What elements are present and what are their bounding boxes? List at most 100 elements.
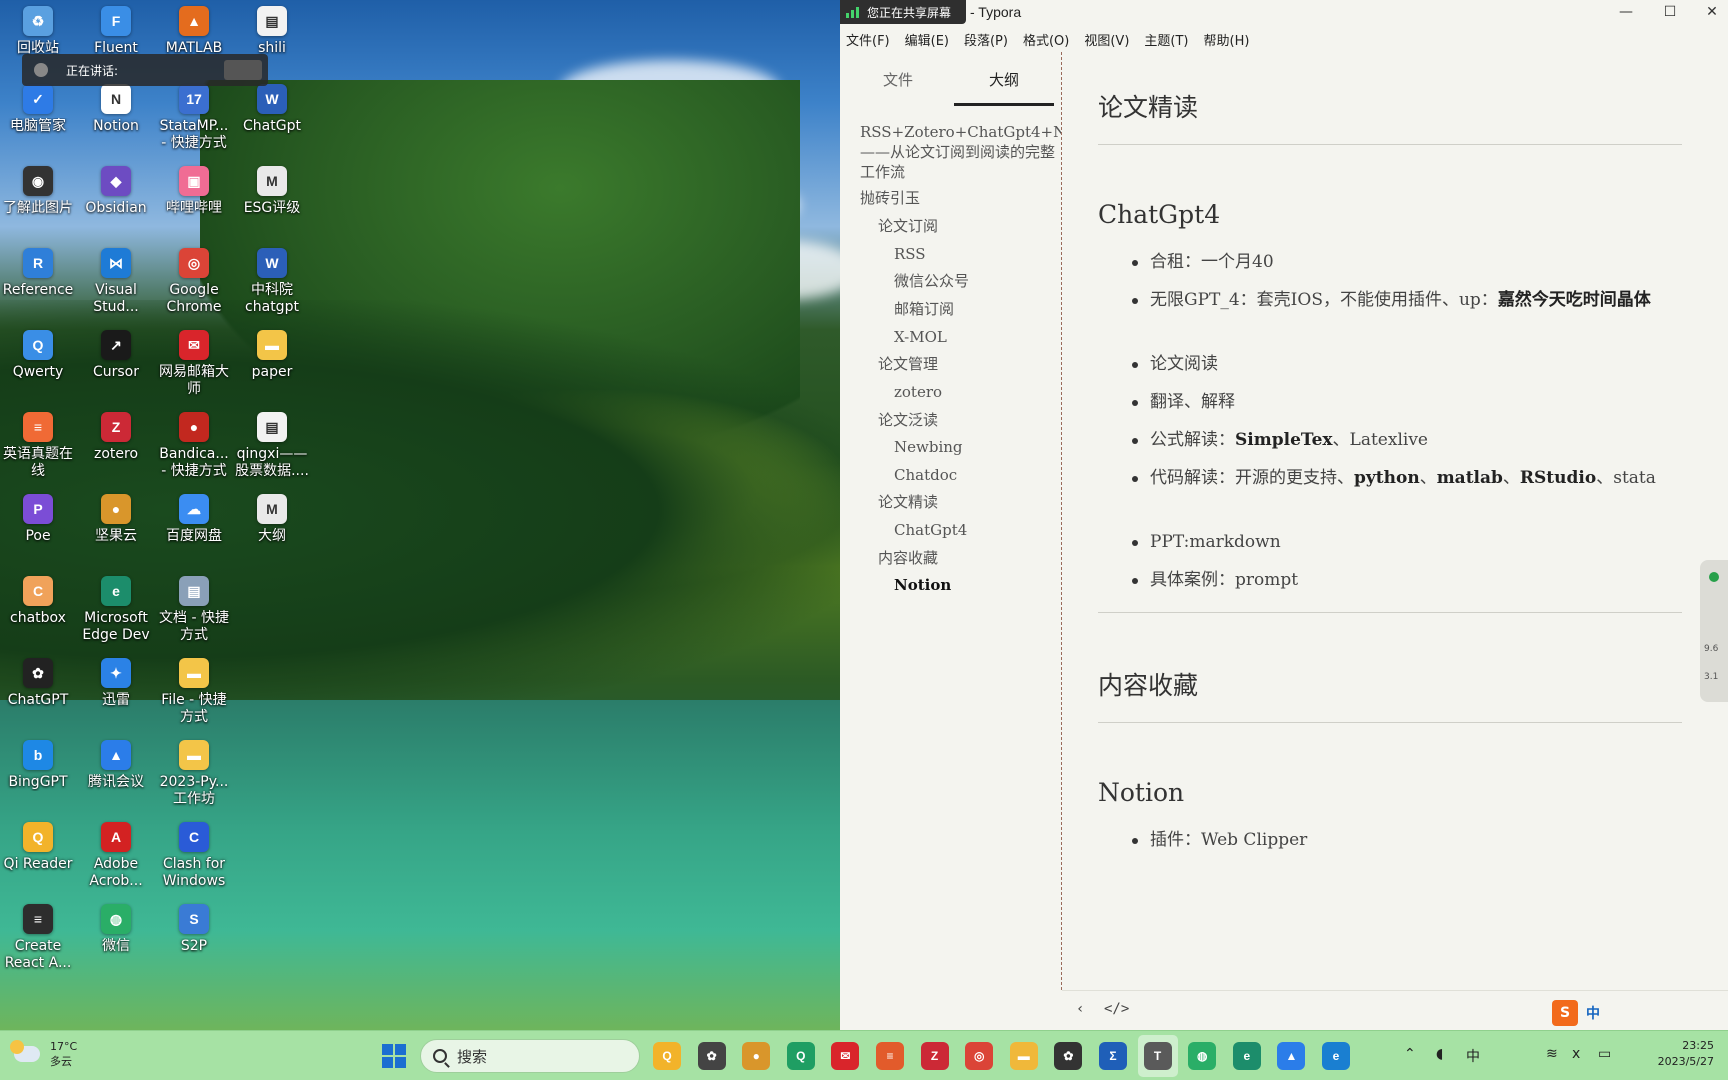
list-item[interactable]: 代码解读：开源的更支持、python、matlab、RStudio、stata (1132, 464, 1670, 492)
desktop-icon[interactable]: Cchatbox (0, 572, 78, 650)
source-code-mode-button[interactable]: </> (1104, 1001, 1129, 1017)
document-heading[interactable]: 论文精读 (1098, 88, 1198, 124)
list-item[interactable]: 具体案例：prompt (1132, 566, 1670, 594)
weather-widget[interactable]: 17°C 多云 (10, 1039, 77, 1069)
outline-item[interactable]: ChatGpt4 (894, 520, 967, 540)
list-item[interactable]: 论文阅读 (1132, 350, 1670, 378)
desktop-icon[interactable]: ● 坚果云 (76, 490, 156, 568)
desktop-icon[interactable]: 17 StataMP... - 快捷方式 (154, 80, 234, 158)
desktop-icon[interactable]: ◆ Obsidian (76, 162, 156, 240)
list-item[interactable]: 翻译、解释 (1132, 388, 1670, 416)
typora-icon[interactable]: T (1143, 1042, 1172, 1070)
desktop-icon[interactable]: e Microsoft Edge Dev (76, 572, 156, 650)
menu-item[interactable]: 主题(T) (1144, 30, 1188, 49)
minimize-button[interactable]: — (1604, 0, 1648, 24)
chrome-icon[interactable]: ◎ (965, 1042, 994, 1070)
ime-toolbar[interactable]: S 中 (1552, 1000, 1600, 1026)
outline-item[interactable]: 工作流 (860, 162, 905, 182)
taskbar-search[interactable]: 搜索 (420, 1039, 640, 1073)
toggle-sidebar-button[interactable]: ‹ (1076, 1001, 1084, 1017)
desktop-icon[interactable]: M ESG评级 (232, 162, 312, 240)
edge-icon[interactable]: e (1322, 1042, 1350, 1070)
outline-item[interactable]: 论文泛读 (878, 410, 938, 430)
desktop-icon[interactable]: C Clash for Windows (154, 818, 234, 896)
desktop-icon[interactable]: ✿ ChatGPT (0, 654, 78, 732)
desktop-icon[interactable]: ◉ 了解此图片 (0, 162, 78, 240)
desktop-icon[interactable]: ↗ Cursor (76, 326, 156, 404)
wifi-icon[interactable]: ≋ (1546, 1046, 1558, 1062)
outline-item[interactable]: zotero (894, 382, 942, 402)
microphone-icon[interactable]: ◖ (1436, 1046, 1443, 1062)
document-heading[interactable]: 内容收藏 (1098, 666, 1198, 702)
tencent-meeting-icon[interactable]: ▲ (1277, 1042, 1306, 1070)
document-editor[interactable]: 论文精读 ChatGpt4 合租：一个月40 无限GPT_4：套壳IOS，不能使用插件… (1098, 52, 1682, 990)
desktop-icon[interactable]: ☁ 百度网盘 (154, 490, 234, 568)
list-item[interactable]: 插件：Web Clipper (1132, 826, 1670, 854)
menu-item[interactable]: 段落(P) (964, 30, 1008, 49)
desktop-icon[interactable]: ◎ Google Chrome (154, 244, 234, 322)
exam-icon[interactable]: ≡ (876, 1042, 904, 1070)
desktop-icon[interactable]: ▬ File - 快捷 方式 (154, 654, 234, 732)
desktop-icon[interactable]: R Reference (0, 244, 78, 322)
menu-item[interactable]: 帮助(H) (1204, 30, 1250, 49)
outline-item[interactable]: Newbing (894, 437, 963, 457)
jianguoyun-icon[interactable]: ● (742, 1042, 771, 1070)
chatgpt-icon[interactable]: ✿ (1054, 1042, 1083, 1070)
outline-item[interactable]: 论文管理 (878, 354, 938, 374)
desktop-icon[interactable]: ▤ 文档 - 快捷 方式 (154, 572, 234, 650)
desktop-icon[interactable]: ⋈ Visual Stud... (76, 244, 156, 322)
desktop-icon[interactable]: Q Qi Reader (0, 818, 78, 896)
desktop-icon[interactable]: ✓ 电脑管家 (0, 80, 78, 158)
desktop-icon[interactable]: ▬ paper (232, 326, 312, 404)
menu-item[interactable]: 格式(O) (1023, 30, 1069, 49)
outline-item[interactable]: 微信公众号 (894, 271, 969, 291)
menu-item[interactable]: 文件(F) (846, 30, 890, 49)
wechat-icon[interactable]: ◍ (1188, 1042, 1217, 1070)
outline-item[interactable]: RSS (894, 244, 926, 264)
file-explorer-icon[interactable]: ▬ (1009, 1042, 1038, 1070)
desktop-icon[interactable]: ▣ 哔哩哔哩 (154, 162, 234, 240)
qi-reader-icon[interactable]: Q (653, 1042, 681, 1070)
desktop-icon[interactable]: W 中科院 chatgpt (232, 244, 312, 322)
list-item[interactable]: 无限GPT_4：套壳IOS，不能使用插件、up：嘉然今天吃时间晶体 (1132, 286, 1670, 314)
document-heading[interactable]: ChatGpt4 (1098, 200, 1220, 229)
desktop-icon[interactable]: ≡ 英语真题在 线 (0, 408, 78, 486)
menu-item[interactable]: 视图(V) (1084, 30, 1129, 49)
desktop-icon[interactable]: Zzotero (76, 408, 156, 486)
tab-outline[interactable]: 大纲 (954, 66, 1054, 106)
desktop-icon[interactable]: Q Qwerty (0, 326, 78, 404)
desktop-icon[interactable]: M 大纲 (232, 490, 312, 568)
outline-item[interactable]: 论文订阅 (878, 216, 938, 236)
side-widget[interactable]: 9.6 3.1 (1700, 560, 1728, 702)
ime-mode-label[interactable]: 中 (1586, 1003, 1600, 1023)
battery-icon[interactable]: ▭ (1598, 1046, 1611, 1062)
document-heading[interactable]: Notion (1098, 778, 1184, 807)
desktop-icon[interactable]: A Adobe Acrob... (76, 818, 156, 896)
stata-icon[interactable]: Σ (1099, 1042, 1127, 1070)
start-button[interactable] (382, 1044, 406, 1068)
volume-muted-icon[interactable]: ⅹ (1572, 1046, 1580, 1062)
screen-share-badge[interactable]: 您正在共享屏幕 (840, 0, 966, 24)
desktop-icon[interactable]: b BingGPT (0, 736, 78, 814)
desktop-icon[interactable]: ▬ 2023-Py... 工作坊 (154, 736, 234, 814)
list-item[interactable]: PPT:markdown (1132, 528, 1670, 556)
outline-item[interactable]: X-MOL (894, 327, 947, 347)
sogou-ime-icon[interactable]: S (1552, 1000, 1578, 1026)
chatgpt-icon[interactable]: ✿ (697, 1042, 726, 1070)
desktop-icon[interactable]: ✦ 迅雷 (76, 654, 156, 732)
desktop-icon[interactable]: ≡ Create React A... (0, 900, 78, 978)
list-item[interactable]: 公式解读：SimpleTex、Latexlive (1132, 426, 1670, 454)
qq-browser-icon[interactable]: Q (786, 1042, 815, 1070)
tab-files[interactable]: 文件 (848, 66, 948, 106)
netease-mail-icon[interactable]: ✉ (831, 1042, 860, 1070)
menu-item[interactable]: 编辑(E) (905, 30, 949, 49)
system-clock[interactable]: 23:25 2023/5/27 (1658, 1038, 1714, 1070)
outline-item[interactable]: Chatdoc (894, 465, 957, 485)
list-item[interactable]: 合租：一个月40 (1132, 248, 1670, 276)
desktop-icon[interactable]: N Notion (76, 80, 156, 158)
outline-item[interactable]: 抛砖引玉 (860, 188, 920, 208)
outline-item[interactable]: 内容收藏 (878, 548, 938, 568)
desktop-icon[interactable]: ◍ 微信 (76, 900, 156, 978)
edge-dev-icon[interactable]: e (1232, 1042, 1261, 1070)
zotero-icon[interactable]: Z (920, 1042, 949, 1070)
